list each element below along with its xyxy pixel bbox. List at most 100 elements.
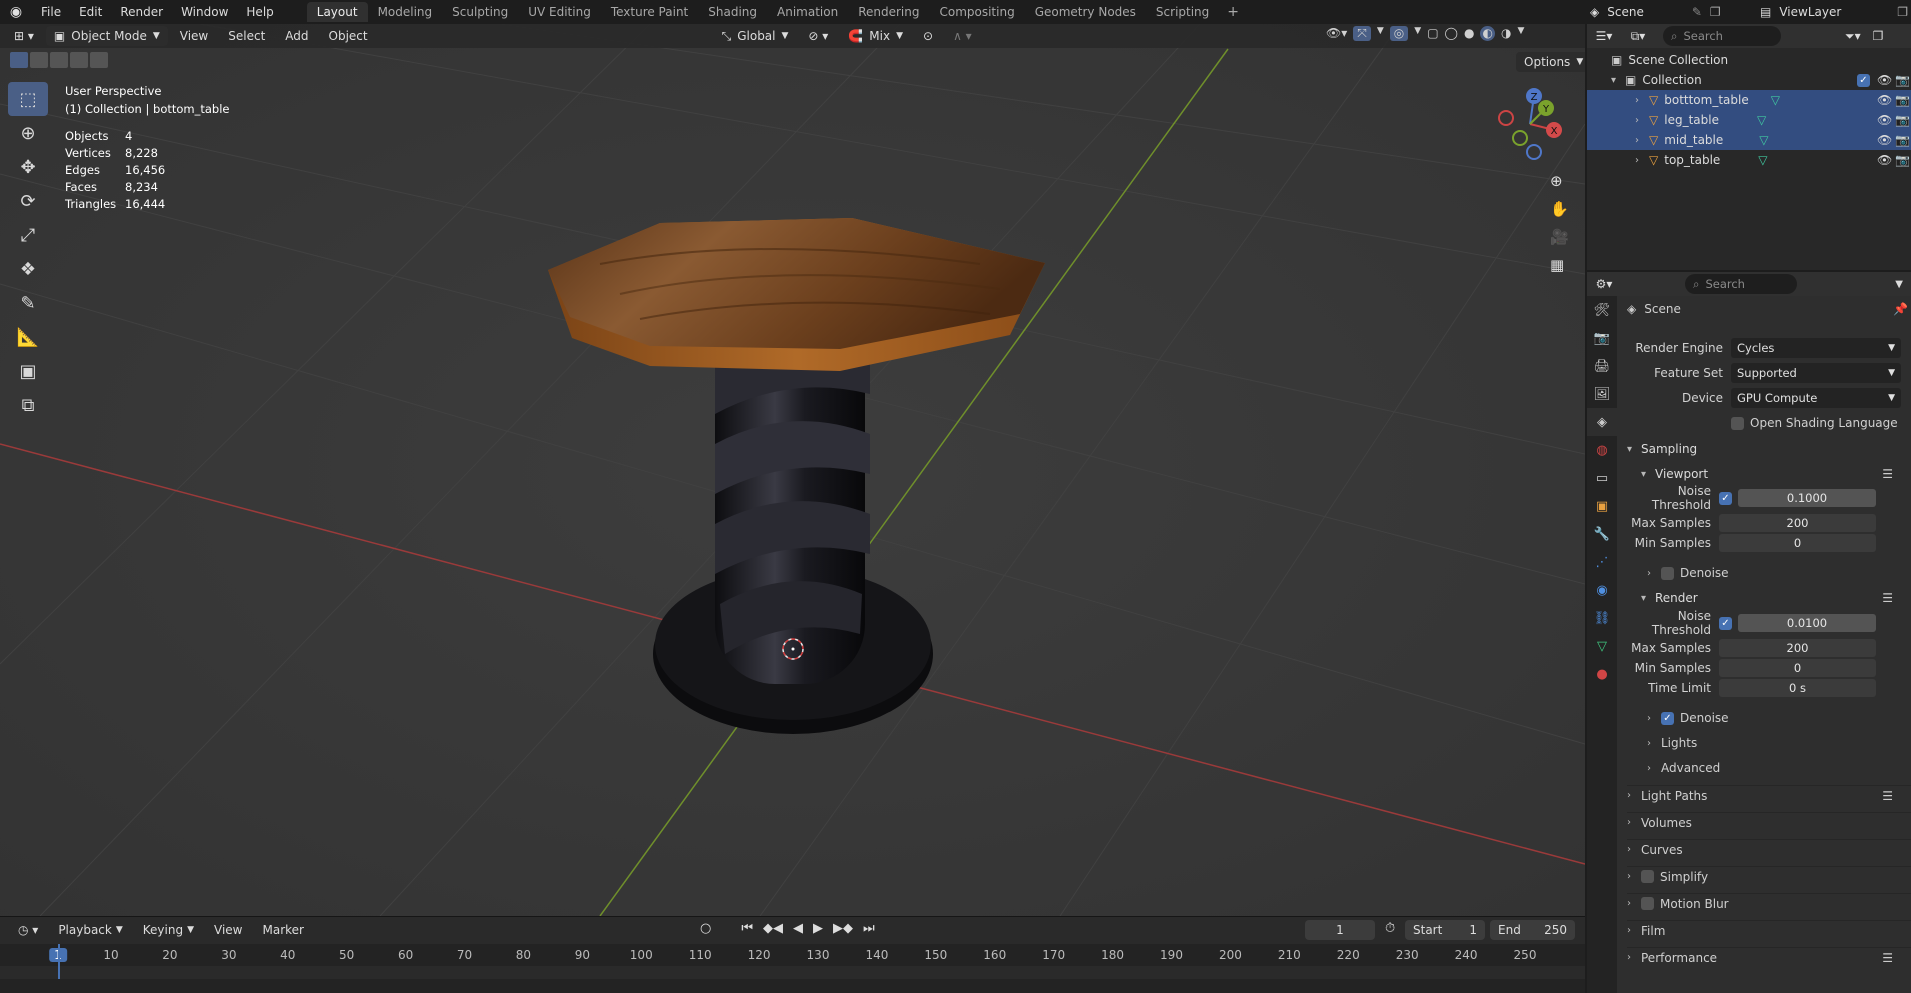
viewport-noise-threshold-field[interactable]: 0.1000 [1738,489,1876,507]
simplify-checkbox[interactable] [1641,870,1654,883]
film-panel-header[interactable]: › Film [1627,920,1911,940]
chevron-right-icon[interactable]: › [1635,95,1649,106]
pin-icon[interactable]: ✎ [1692,5,1702,19]
workspace-tab-shading[interactable]: Shading [698,2,767,22]
render-max-samples-field[interactable]: 200 [1719,639,1876,657]
menu-add[interactable]: Add [277,26,316,46]
workspace-tab-sculpting[interactable]: Sculpting [442,2,518,22]
start-frame-field[interactable]: Start 1 [1405,920,1485,940]
properties-editor-type-icon[interactable]: ⚙▾ [1587,277,1621,291]
presets-list-icon[interactable]: ☰ [1882,951,1893,965]
workspace-tab-scripting[interactable]: Scripting [1146,2,1219,22]
measure-tool-icon[interactable]: 📐 [8,320,48,354]
workspace-tab-texture-paint[interactable]: Texture Paint [601,2,698,22]
timeline-scrollbar[interactable] [0,979,1585,993]
workspace-tab-rendering[interactable]: Rendering [848,2,929,22]
leg-table-mesh[interactable] [715,324,870,684]
play-icon[interactable]: ▶ [813,921,823,936]
chevron-right-icon[interactable]: › [1635,135,1649,146]
mode-selector[interactable]: ▣ Object Mode ▼ [45,26,168,46]
workspace-tab-geometry-nodes[interactable]: Geometry Nodes [1025,2,1146,22]
timeline-ruler[interactable]: 1102030405060708090100110120130140150160… [0,944,1585,966]
snap-dropdown[interactable]: 🧲 Mix ▼ [840,26,911,46]
display-mode-icon[interactable]: ⧉▾ [1621,29,1655,44]
render-min-samples-field[interactable]: 0 [1719,659,1876,677]
volumes-panel-header[interactable]: › Volumes [1627,812,1911,832]
properties-search-input[interactable]: ⌕ Search [1685,274,1797,294]
wireframe-shading-icon[interactable]: ◯ [1445,26,1458,41]
render-noise-threshold-checkbox[interactable]: ✓ [1719,616,1732,630]
render-denoise-checkbox[interactable]: ✓ [1661,711,1674,725]
osl-checkbox[interactable] [1731,416,1744,430]
performance-panel-header[interactable]: › Performance ☰ [1627,947,1911,967]
sampling-panel-header[interactable]: ▾ Sampling [1627,439,1911,459]
jump-end-icon[interactable]: ⏭ [863,921,875,936]
motion-blur-panel-header[interactable]: › Motion Blur [1627,893,1911,913]
render-denoise-row[interactable]: › ✓ Denoise [1647,708,1911,728]
new-collection-icon[interactable]: ❐ [1873,29,1884,43]
record-icon[interactable]: ○ [700,921,711,936]
menu-window[interactable]: Window [172,5,237,19]
data-tab-icon[interactable]: ▽ [1587,632,1617,660]
output-tab-icon[interactable]: 🖨 [1587,352,1617,380]
render-time-limit-field[interactable]: 0 s [1719,679,1876,697]
3d-viewport[interactable]: ⊞ ▾ ▣ Object Mode ▼ View Select Add Object… [0,24,1585,916]
outliner-item-bottom-table[interactable]: › ▽ botttom_table ▽ 👁 📷 [1587,90,1911,110]
scale-tool-icon[interactable]: ⤢ [8,218,48,252]
visibility-icon[interactable]: 👁▾ [1326,26,1347,41]
add-workspace-icon[interactable]: + [1219,4,1247,20]
device-dropdown[interactable]: GPU Compute ▼ [1731,388,1901,408]
zoom-icon[interactable]: ⊕ [1550,172,1569,190]
advanced-subpanel-header[interactable]: › Advanced [1647,758,1911,778]
presets-list-icon[interactable]: ☰ [1882,591,1893,605]
transform-tool-icon[interactable]: ❖ [8,252,48,286]
menu-keying[interactable]: Keying ▼ [135,920,202,940]
menu-file[interactable]: File [32,5,70,19]
jump-start-icon[interactable]: ⏮ [741,921,753,936]
menu-timeline-view[interactable]: View [206,920,250,940]
proportional-edit-icon[interactable]: ⊙ [915,26,941,46]
overlay-toggle-icon[interactable]: ◎ [1389,26,1409,41]
falloff-icon[interactable]: ∧ ▾ [945,26,980,46]
timeline-editor-type-icon[interactable]: ◷ ▾ [10,920,46,940]
menu-render[interactable]: Render [111,5,172,19]
menu-object[interactable]: Object [321,26,376,46]
cursor-tool-icon[interactable]: ⊕ [8,116,48,150]
menu-marker[interactable]: Marker [255,920,312,940]
gizmo-neg-x-icon[interactable] [1498,110,1514,126]
pin-icon[interactable]: 📌 [1893,302,1908,316]
outliner-scene-collection[interactable]: ▣ Scene Collection [1587,50,1911,70]
stopwatch-icon[interactable]: ⏱ [1385,921,1395,936]
menu-playback[interactable]: Playback ▼ [50,920,130,940]
render-noise-threshold-field[interactable]: 0.0100 [1738,614,1876,632]
select-box-tool-icon[interactable]: ⬚ [8,82,48,116]
select-extend-icon[interactable] [30,52,48,68]
chevron-down-icon[interactable]: ▼ [1895,279,1903,290]
collection-tab-icon[interactable]: ▭ [1587,464,1617,492]
transform-orientation-dropdown[interactable]: ⤡ Global ▼ [714,26,797,46]
filter-icon[interactable]: ⏷▾ [1845,29,1861,44]
select-invert-icon[interactable] [70,52,88,68]
scene-tab-icon[interactable]: ◈ [1587,408,1617,436]
outliner-search-input[interactable]: ⌕ Search [1663,26,1781,46]
rotate-tool-icon[interactable]: ⟳ [8,184,48,218]
world-tab-icon[interactable]: ◍ [1587,436,1617,464]
chevron-right-icon[interactable]: › [1635,155,1649,166]
curves-panel-header[interactable]: › Curves [1627,839,1911,859]
object-tab-icon[interactable]: ▣ [1587,492,1617,520]
particles-tab-icon[interactable]: ⋰ [1587,548,1617,576]
blender-logo-icon[interactable]: ◉ [0,4,32,20]
camera-icon[interactable]: 📷 [1895,93,1910,107]
menu-help[interactable]: Help [237,5,282,19]
viewport-denoise-row[interactable]: › Denoise [1647,563,1911,583]
gizmo-neg-y-icon[interactable] [1512,130,1528,146]
lights-subpanel-header[interactable]: › Lights [1647,733,1911,753]
menu-select[interactable]: Select [220,26,273,46]
modifier-tab-icon[interactable]: 🔧 [1587,520,1617,548]
workspace-tab-animation[interactable]: Animation [767,2,848,22]
outliner-editor-type-icon[interactable]: ☰▾ [1587,29,1621,43]
ortho-grid-icon[interactable]: ▦ [1550,256,1569,274]
play-reverse-icon[interactable]: ◀ [793,921,803,936]
outliner-item-mid-table[interactable]: › ▽ mid_table ▽ 👁 📷 [1587,130,1911,150]
viewport-subpanel-header[interactable]: ▾ Viewport ☰ [1641,464,1911,484]
